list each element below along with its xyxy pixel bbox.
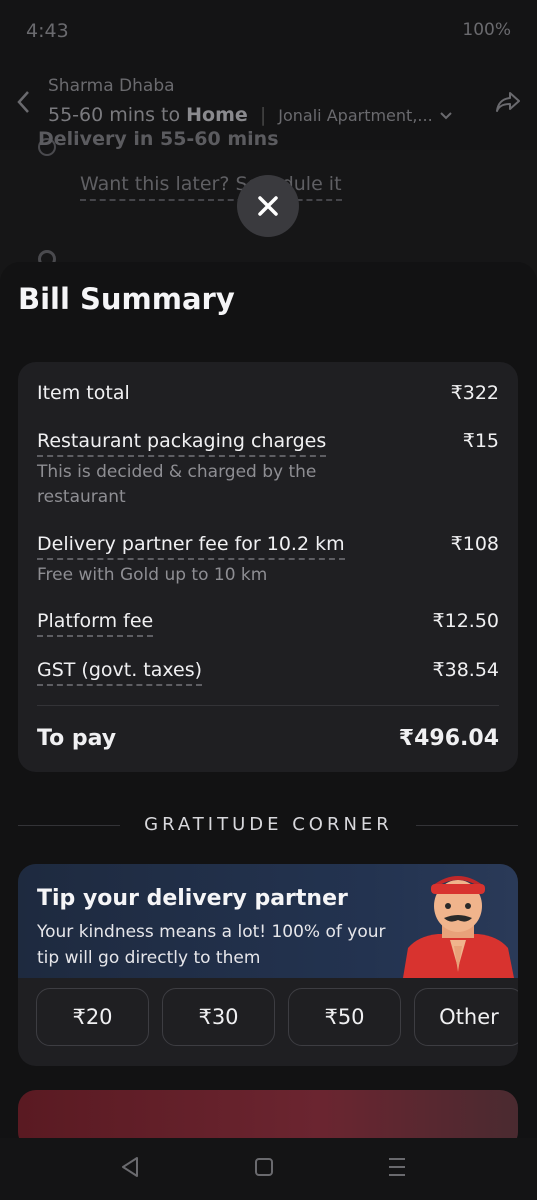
eta-line[interactable]: 55-60 mins to Home | Jonali Apartment,..… <box>48 104 453 126</box>
tip-option-50[interactable]: ₹50 <box>288 988 401 1046</box>
status-bar: 4:43 100% <box>0 0 537 62</box>
item-total-row: Item total ₹322 <box>37 382 499 404</box>
nav-home-icon[interactable] <box>255 1158 273 1176</box>
to-pay-amount: ₹496.04 <box>398 726 499 751</box>
tip-option-other[interactable]: Other <box>414 988 518 1046</box>
platform-fee-amount: ₹12.50 <box>432 610 499 632</box>
eta-destination: Home <box>186 104 248 126</box>
delivery-fee-row[interactable]: Delivery partner fee for 10.2 km ₹108 <box>37 533 499 560</box>
tip-option-20[interactable]: ₹20 <box>36 988 149 1046</box>
tip-option-30[interactable]: ₹30 <box>162 988 275 1046</box>
tip-options: ₹20 ₹30 ₹50 Other <box>36 988 518 1046</box>
packaging-amount: ₹15 <box>462 430 499 452</box>
gratitude-corner-heading: GRATITUDE CORNER <box>0 814 537 838</box>
delivery-partner-illustration <box>403 876 514 978</box>
item-total-label: Item total <box>37 382 130 404</box>
nav-back-icon[interactable] <box>120 1156 140 1182</box>
packaging-note: This is decided & charged by the restaur… <box>37 462 317 507</box>
system-navigation-bar <box>0 1138 537 1200</box>
schedule-later-link: Want this later? Schedule it <box>80 173 342 201</box>
tip-card: Tip your delivery partner Your kindness … <box>18 864 518 1066</box>
tip-subtitle: Your kindness means a lot! 100% of your … <box>37 922 386 968</box>
tip-banner: Tip your delivery partner Your kindness … <box>18 864 518 978</box>
gst-row[interactable]: GST (govt. taxes) ₹38.54 <box>37 659 499 686</box>
status-time: 4:43 <box>26 20 69 42</box>
delivery-address: Jonali Apartment,... <box>278 106 433 125</box>
delivery-fee-amount: ₹108 <box>450 533 499 555</box>
gst-label[interactable]: GST (govt. taxes) <box>37 659 203 686</box>
platform-fee-label[interactable]: Platform fee <box>37 610 154 637</box>
platform-fee-row[interactable]: Platform fee ₹12.50 <box>37 610 499 637</box>
delivery-fee-note: Free with Gold up to 10 km <box>37 565 268 585</box>
eta-text: 55-60 mins to <box>48 104 187 126</box>
bill-card: Item total ₹322 Restaurant packaging cha… <box>18 362 518 772</box>
divider <box>416 825 518 826</box>
close-icon <box>258 196 278 216</box>
promo-card[interactable] <box>18 1090 518 1138</box>
bill-summary-sheet: Bill Summary Item total ₹322 Restaurant … <box>0 262 537 1138</box>
restaurant-name: Sharma Dhaba <box>48 76 175 96</box>
close-sheet-button[interactable] <box>237 175 299 237</box>
sheet-title: Bill Summary <box>18 282 235 316</box>
share-icon[interactable] <box>495 90 521 118</box>
item-total-amount: ₹322 <box>450 382 499 404</box>
battery-level: 100% <box>462 20 511 40</box>
chevron-down-icon <box>439 112 452 120</box>
to-pay-label: To pay <box>37 726 117 751</box>
nav-recents-icon[interactable] <box>387 1156 407 1182</box>
delivery-fee-label[interactable]: Delivery partner fee for 10.2 km <box>37 533 345 560</box>
tip-title: Tip your delivery partner <box>37 886 348 911</box>
delivery-time-option: Delivery in 55-60 mins <box>38 128 279 150</box>
packaging-label[interactable]: Restaurant packaging charges <box>37 430 327 457</box>
gst-amount: ₹38.54 <box>432 659 499 681</box>
to-pay-row: To pay ₹496.04 <box>37 726 499 751</box>
divider <box>37 705 499 706</box>
back-arrow-icon[interactable] <box>14 86 34 118</box>
packaging-row[interactable]: Restaurant packaging charges ₹15 <box>37 430 499 457</box>
